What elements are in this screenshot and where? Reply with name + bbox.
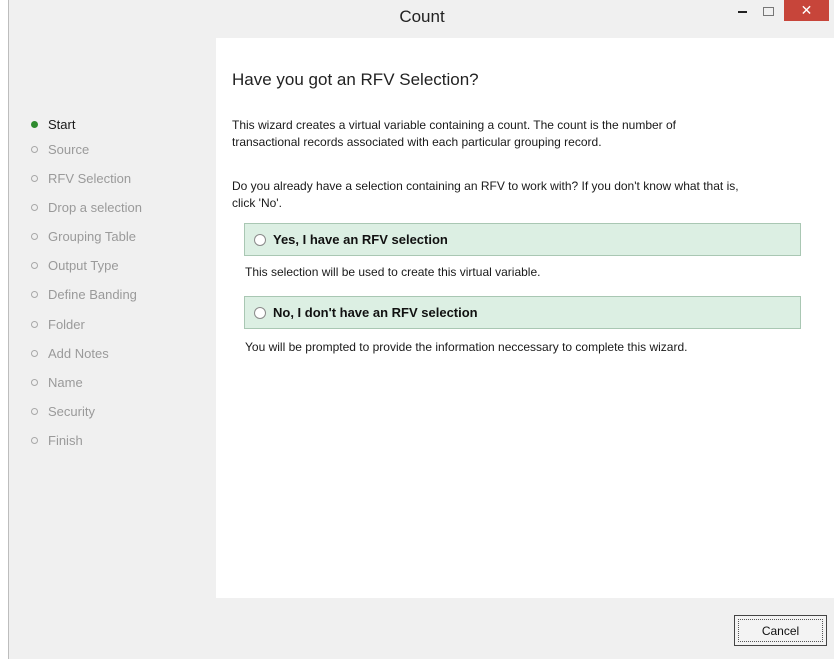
intro-text-line: This wizard creates a virtual variable c…	[232, 118, 677, 132]
close-button[interactable]: ✕	[784, 0, 829, 21]
wizard-footer: Cancel	[9, 598, 834, 659]
option-no-label: No, I don't have an RFV selection	[273, 305, 478, 320]
step-label: Define Banding	[48, 286, 137, 302]
minimize-button[interactable]	[729, 0, 755, 21]
step-grouping-table: Grouping Table	[31, 227, 136, 245]
step-pending-dot-icon	[31, 145, 38, 153]
step-label: Add Notes	[48, 345, 109, 361]
window-title: Count	[399, 7, 445, 26]
option-no-note: You will be prompted to provide the info…	[245, 340, 688, 354]
step-label: Grouping Table	[48, 228, 136, 244]
step-pending-dot-icon	[31, 290, 38, 298]
radio-button-icon[interactable]	[254, 233, 266, 246]
question-text: Do you already have a selection containi…	[232, 178, 822, 212]
radio-button-icon[interactable]	[254, 306, 266, 319]
title-bar: Count ✕	[9, 0, 834, 38]
intro-text: This wizard creates a virtual variable c…	[232, 117, 822, 151]
maximize-icon	[762, 6, 774, 16]
wizard-steps-sidebar: Start Source RFV Selection Drop a select…	[9, 38, 216, 598]
step-pending-dot-icon	[31, 407, 38, 415]
step-start: Start	[31, 115, 75, 133]
step-rfv-selection: RFV Selection	[31, 169, 131, 187]
step-label: Start	[48, 116, 76, 132]
step-finish: Finish	[31, 431, 83, 449]
step-pending-dot-icon	[31, 436, 38, 444]
step-pending-dot-icon	[31, 174, 38, 182]
step-label: Source	[48, 141, 90, 157]
step-pending-dot-icon	[31, 232, 38, 240]
question-text-line: click 'No'.	[232, 196, 282, 210]
focus-outline	[738, 619, 823, 642]
step-pending-dot-icon	[31, 349, 38, 357]
step-label: Output Type	[48, 257, 119, 273]
maximize-button[interactable]	[755, 0, 781, 21]
step-name: Name	[31, 373, 83, 391]
step-label: Folder	[48, 316, 85, 332]
step-label: Drop a selection	[48, 199, 142, 215]
step-pending-dot-icon	[31, 261, 38, 269]
option-no-rfv-selection[interactable]: No, I don't have an RFV selection	[244, 296, 801, 329]
step-pending-dot-icon	[31, 378, 38, 386]
step-drop-a-selection: Drop a selection	[31, 198, 142, 216]
step-label: Finish	[48, 432, 83, 448]
close-icon: ✕	[800, 2, 813, 18]
step-folder: Folder	[31, 315, 85, 333]
step-pending-dot-icon	[31, 203, 38, 211]
step-output-type: Output Type	[31, 256, 119, 274]
step-label: Security	[48, 403, 95, 419]
wizard-content-panel: Have you got an RFV Selection? This wiza…	[216, 38, 834, 598]
step-source: Source	[31, 140, 89, 158]
option-yes-label: Yes, I have an RFV selection	[273, 232, 448, 247]
page-title: Have you got an RFV Selection?	[232, 70, 479, 89]
cancel-button[interactable]: Cancel	[734, 615, 827, 646]
intro-text-line: transactional records associated with ea…	[232, 135, 602, 149]
step-security: Security	[31, 402, 95, 420]
step-add-notes: Add Notes	[31, 344, 109, 362]
step-label: RFV Selection	[48, 170, 132, 186]
step-define-banding: Define Banding	[31, 285, 137, 303]
step-label: Name	[48, 374, 83, 390]
wizard-window: Count ✕ Start Source RFV Selection Drop …	[8, 0, 834, 659]
option-yes-note: This selection will be used to create th…	[245, 265, 541, 279]
minimize-icon	[737, 11, 747, 14]
step-active-dot-icon	[31, 120, 38, 128]
question-text-line: Do you already have a selection containi…	[232, 179, 739, 193]
option-yes-rfv-selection[interactable]: Yes, I have an RFV selection	[244, 223, 801, 256]
step-pending-dot-icon	[31, 320, 38, 328]
